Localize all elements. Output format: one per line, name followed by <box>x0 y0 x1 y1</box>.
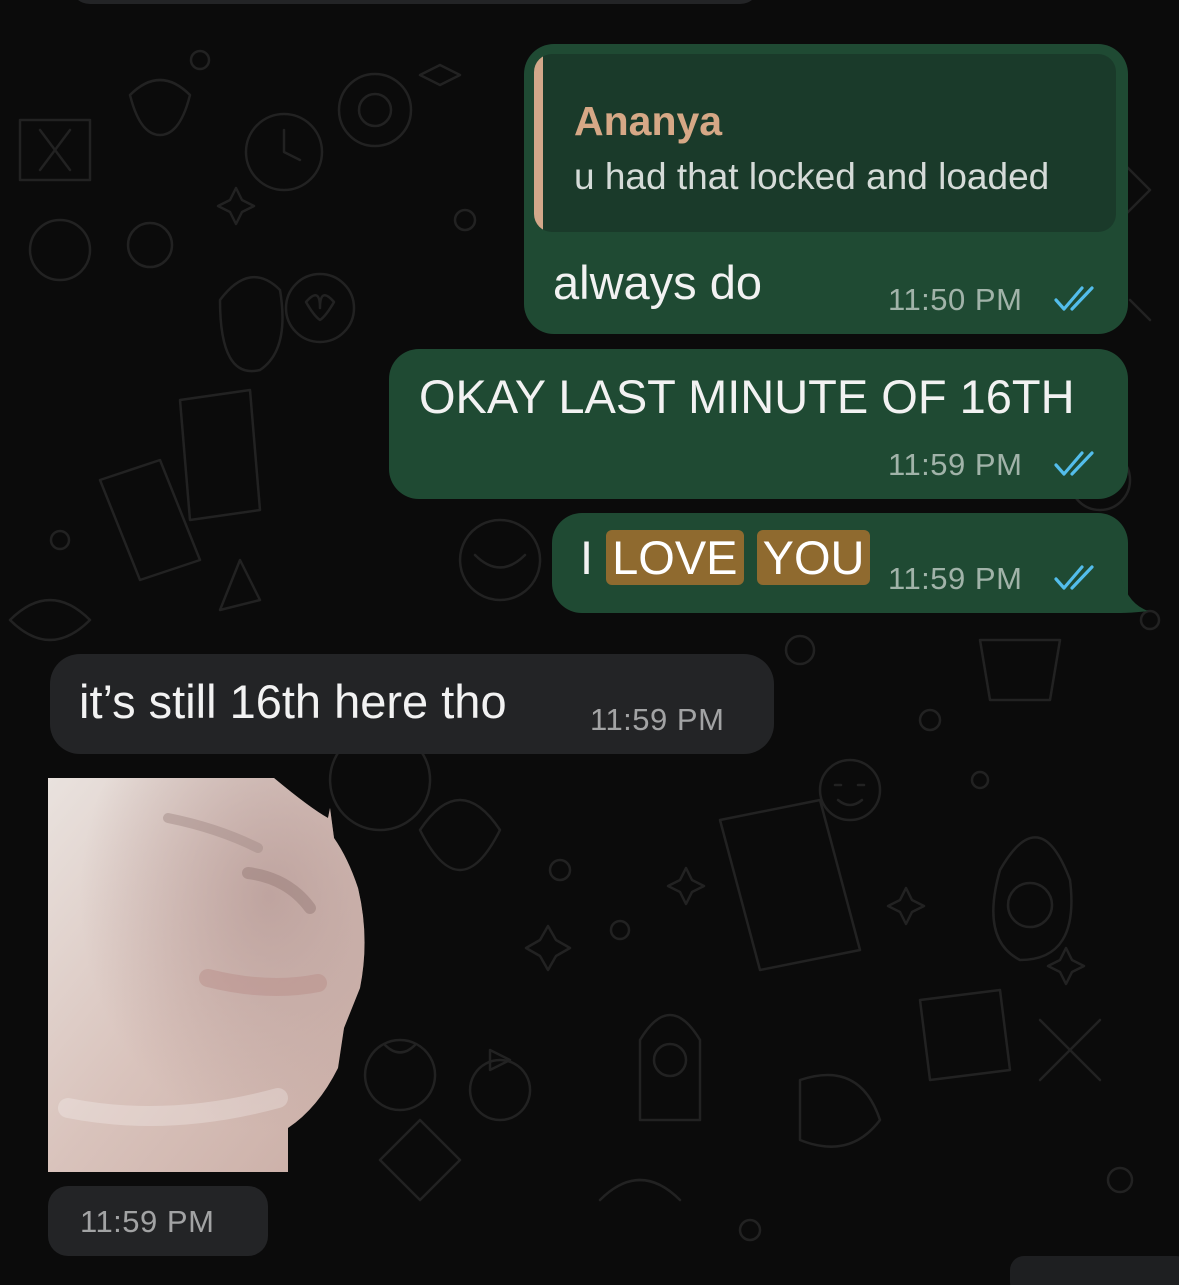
double-check-icon <box>1054 565 1094 590</box>
blurry-cat-face-sticker[interactable] <box>48 778 366 1172</box>
message-word: I <box>580 531 594 584</box>
message-text: always do <box>553 256 762 309</box>
quote-text: u had that locked and loaded <box>574 156 1050 197</box>
previous-message-edge <box>70 0 760 4</box>
search-highlight: LOVE <box>606 530 744 585</box>
bubble-tail <box>1120 573 1148 613</box>
message-text: it’s still 16th here tho <box>79 675 507 728</box>
message-time: 11:50 PM <box>888 282 1023 317</box>
message-time: 11:59 PM <box>888 447 1023 482</box>
message-text: OKAY LAST MINUTE OF 16TH <box>419 370 1075 423</box>
quote-accent-bar <box>534 54 543 232</box>
outgoing-message-bubble[interactable]: I LOVE YOU 11:59 PM <box>552 513 1128 613</box>
search-highlight: YOU <box>756 530 871 585</box>
incoming-message-bubble[interactable]: it’s still 16th here tho 11:59 PM <box>50 654 774 754</box>
message-time: 11:59 PM <box>888 561 1023 596</box>
quote-author: Ananya <box>574 98 723 144</box>
message-time: 11:59 PM <box>80 1204 215 1239</box>
double-check-icon <box>1054 286 1094 311</box>
outgoing-message-bubble[interactable]: OKAY LAST MINUTE OF 16TH 11:59 PM <box>389 349 1128 499</box>
message-time: 11:59 PM <box>590 702 725 737</box>
quoted-message[interactable]: Ananya u had that locked and loaded <box>534 54 1116 232</box>
sticker-time-pill: 11:59 PM <box>48 1186 268 1256</box>
scroll-button-edge[interactable] <box>1010 1256 1179 1285</box>
double-check-icon <box>1054 451 1094 476</box>
outgoing-message-bubble[interactable]: Ananya u had that locked and loaded alwa… <box>524 44 1128 334</box>
chat-view[interactable]: Ananya u had that locked and loaded alwa… <box>0 0 1179 1285</box>
message-text: I LOVE YOU <box>580 530 871 585</box>
